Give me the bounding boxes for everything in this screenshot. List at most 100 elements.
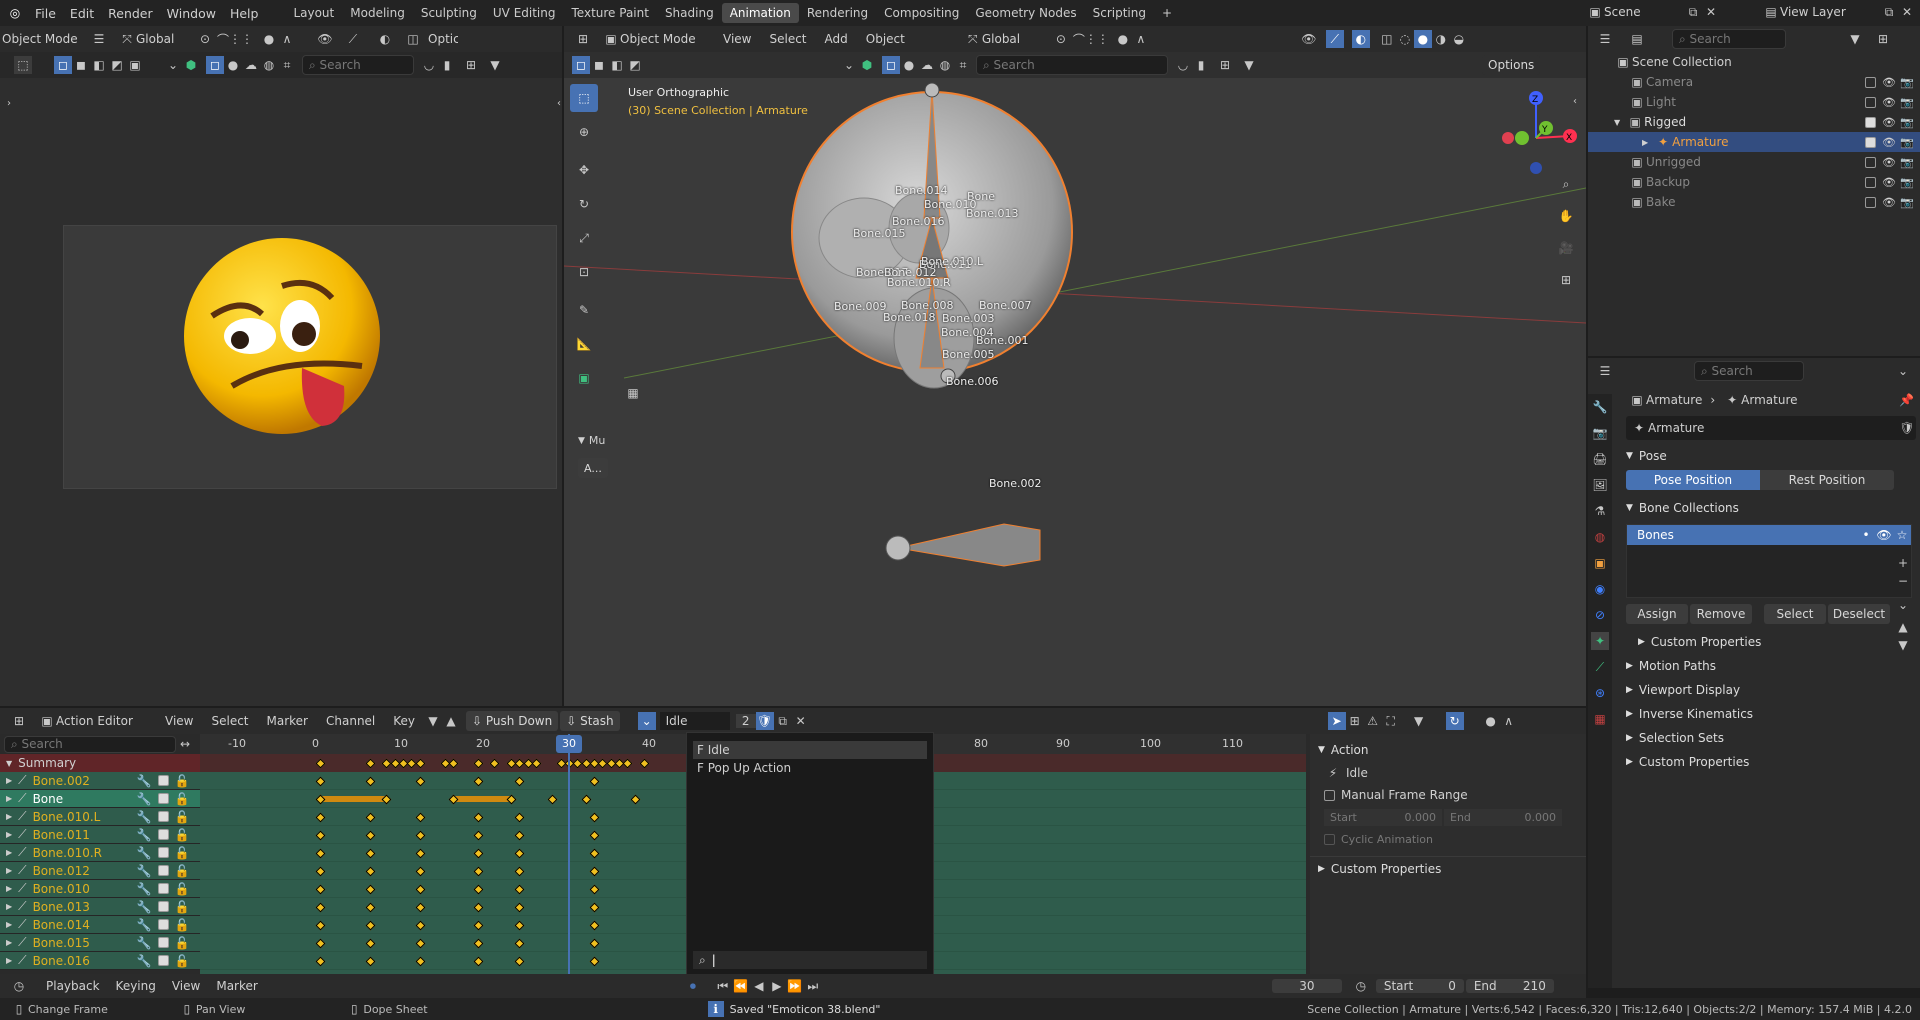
falloff-icon[interactable]: ∧ — [1132, 30, 1150, 48]
add-workspace-icon[interactable]: + — [1154, 3, 1180, 23]
eye-icon[interactable]: 👁 — [1875, 526, 1893, 544]
head-mesh[interactable] — [784, 78, 1084, 408]
viewport-search[interactable]: ⌕ Search — [976, 55, 1168, 75]
viewport-mode-dropdown[interactable]: Object Mode — [620, 32, 714, 46]
filter-sphere-icon[interactable]: ● — [224, 56, 242, 74]
wrench-icon[interactable]: 🔧 — [137, 882, 152, 896]
select-mode-new-icon[interactable]: ◻ — [54, 56, 72, 74]
menu-render[interactable]: Render — [101, 6, 160, 21]
action-panel-header[interactable]: ▼ Action — [1310, 738, 1586, 762]
chevron-right-icon[interactable]: ▶ — [1642, 138, 1648, 147]
record-icon[interactable]: ⏺ — [684, 977, 702, 995]
mode-dropdown[interactable]: Action Editor — [56, 714, 156, 728]
chevron-right-icon[interactable]: ▶ — [6, 938, 12, 947]
select-mode-invert-icon[interactable]: ◩ — [108, 56, 126, 74]
shading-solid-icon[interactable]: ● — [1413, 30, 1432, 48]
remove-button[interactable]: Remove — [1690, 604, 1752, 624]
view-object-types-icon[interactable]: 👁 — [1300, 30, 1318, 48]
manual-range-row[interactable]: Manual Frame Range — [1310, 784, 1586, 806]
auto-snap-icon[interactable]: ↻ — [1445, 712, 1464, 730]
add-cube-tool-icon[interactable]: ▣ — [570, 364, 598, 392]
layer-up-icon[interactable]: ▲ — [442, 712, 460, 730]
jump-start-icon[interactable]: ⏮ — [714, 977, 732, 995]
chevron-right-icon[interactable]: ▶ — [6, 776, 12, 785]
browse-action-icon[interactable]: ⌄ — [637, 712, 656, 730]
move-up-icon[interactable]: ▲ — [1894, 618, 1912, 636]
tab-texture-paint[interactable]: Texture Paint — [564, 3, 657, 23]
move-down-icon[interactable]: ▼ — [1894, 636, 1912, 654]
menu-file[interactable]: File — [28, 6, 63, 21]
fake-user-icon[interactable]: 🛡 — [755, 712, 774, 730]
camera-icon[interactable]: 📷 — [1900, 156, 1914, 169]
outliner-item[interactable]: ▣ Bake 👁 📷 — [1588, 192, 1920, 212]
datablock-field[interactable]: ✦ Armature 🛡 — [1626, 416, 1916, 440]
camera-icon[interactable]: 📷 — [1900, 96, 1914, 109]
select-button[interactable]: Select — [1764, 604, 1826, 624]
tab-modeling[interactable]: Modeling — [342, 3, 413, 23]
pivot-icon[interactable]: ⊙ — [1052, 30, 1070, 48]
scene-tab-icon[interactable]: ⚗ — [1591, 502, 1609, 520]
mute-checkbox[interactable] — [157, 937, 169, 948]
lock-icon[interactable]: 🔓 — [175, 792, 190, 806]
wrench-icon[interactable]: 🔧 — [137, 900, 152, 914]
mute-checkbox[interactable] — [157, 793, 169, 804]
chevron-right-icon[interactable]: ▶ — [6, 812, 12, 821]
action-option-popup[interactable]: F Pop Up Action — [693, 759, 927, 777]
filter-icon[interactable]: ▼ — [486, 56, 504, 74]
lock-icon[interactable]: 🔓 — [175, 936, 190, 950]
shading-material-icon[interactable]: ◑ — [1432, 30, 1450, 48]
last-operator-button[interactable]: A... — [578, 458, 608, 478]
camera-icon[interactable]: 📷 — [1900, 136, 1914, 149]
outliner-item[interactable]: ▣ Backup 👁 📷 — [1588, 172, 1920, 192]
tab-uv-editing[interactable]: UV Editing — [485, 3, 564, 23]
camera-icon[interactable]: 📷 — [1900, 196, 1914, 209]
editor-type-icon[interactable]: ☰ — [1596, 362, 1614, 380]
lock-icon[interactable]: 🔓 — [175, 810, 190, 824]
bone-002-mesh[interactable] — [884, 516, 1054, 576]
eye-icon[interactable]: 👁 — [1882, 176, 1896, 189]
delete-scene-icon[interactable]: ✕ — [1702, 3, 1720, 21]
wrench-icon[interactable]: 🔧 — [137, 774, 152, 788]
wrench-icon[interactable]: 🔧 — [137, 810, 152, 824]
rest-position-button[interactable]: Rest Position — [1760, 470, 1894, 490]
bone-constraints-tab-icon[interactable]: ⊛ — [1591, 684, 1609, 702]
camera-icon[interactable]: 📷 — [1900, 76, 1914, 89]
shading-rendered-icon[interactable]: ◒ — [1450, 30, 1468, 48]
last-operator-panel[interactable]: ▼ Mu — [578, 434, 605, 447]
filter-cloud-icon[interactable]: ☁ — [918, 56, 936, 74]
select-mode-subtract-icon[interactable]: ◧ — [608, 56, 626, 74]
options-button[interactable]: Options — [1482, 55, 1541, 75]
select-mode-new-icon[interactable]: ◻ — [572, 56, 590, 74]
wrench-icon[interactable]: 🔧 — [137, 954, 152, 968]
outliner-item[interactable]: ▣ Camera 👁 📷 — [1588, 72, 1920, 92]
ghost-icon[interactable]: ⛶ — [1382, 712, 1400, 730]
shading-wire-icon[interactable]: ◌ — [1396, 30, 1414, 48]
armature-data-tab-icon[interactable]: ✦ — [1591, 632, 1609, 650]
filter-cloud-icon[interactable]: ☁ — [242, 56, 260, 74]
texture-tab-icon[interactable]: ▦ — [1591, 710, 1609, 728]
unlink-action-icon[interactable]: ✕ — [792, 712, 810, 730]
cursor-tool-icon[interactable]: ⊕ — [570, 118, 598, 146]
view-layer-selector[interactable]: ▤ View Layer ⧉ ✕ — [1762, 3, 1916, 21]
menu-add[interactable]: Add — [816, 32, 857, 46]
section-inverse-kinematics[interactable]: ▶ Inverse Kinematics — [1618, 702, 1920, 726]
layout-icon[interactable]: ⊞ — [462, 56, 480, 74]
assign-button[interactable]: Assign — [1626, 604, 1688, 624]
outliner-search[interactable]: ⌕ Search — [1672, 29, 1786, 49]
jump-end-icon[interactable]: ⏭ — [804, 977, 822, 995]
chevron-right-icon[interactable]: ▶ — [6, 848, 12, 857]
exclude-checkbox[interactable] — [1865, 176, 1876, 188]
lock-icon[interactable]: 🔓 — [175, 846, 190, 860]
start-frame-field[interactable]: Start 0 — [1375, 979, 1464, 993]
viewport-transform-dropdown[interactable]: Global — [982, 32, 1052, 46]
show-errors-icon[interactable]: ⚠ — [1364, 712, 1382, 730]
filter-solid-icon[interactable]: ◻ — [206, 56, 224, 74]
editor-type-icon[interactable]: ◷ — [10, 977, 28, 995]
fake-user-icon[interactable]: 🛡 — [1898, 419, 1916, 437]
menu-keying[interactable]: Keying — [108, 979, 164, 993]
lock-icon[interactable]: 🔓 — [175, 954, 190, 968]
play-icon[interactable]: ▶ — [768, 977, 786, 995]
bone-collections-header[interactable]: ▼ Bone Collections — [1618, 496, 1920, 520]
tab-shading[interactable]: Shading — [657, 3, 722, 23]
outliner-item[interactable]: ▣ Unrigged 👁 📷 — [1588, 152, 1920, 172]
